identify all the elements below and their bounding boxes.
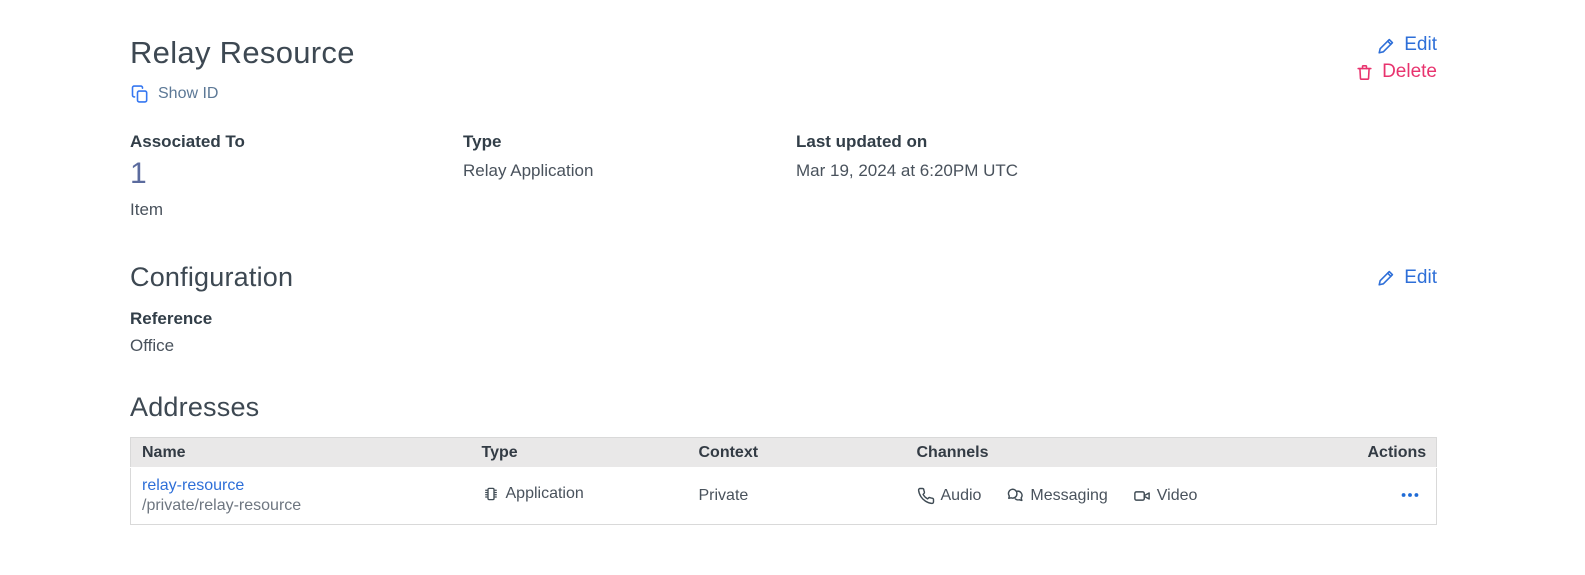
channel-video-label: Video [1157, 487, 1198, 505]
show-id-button[interactable]: Show ID [130, 84, 218, 104]
column-header-channels: Channels [906, 438, 1357, 468]
address-context-cell: Private [688, 468, 906, 525]
chat-bubbles-icon [1006, 487, 1024, 505]
addresses-heading: Addresses [130, 392, 1437, 423]
video-camera-icon [1133, 487, 1151, 505]
edit-label: Edit [1404, 267, 1437, 289]
phone-icon [917, 487, 935, 505]
type-label: Type [463, 131, 796, 153]
table-row: relay-resource /private/relay-resource [131, 468, 1437, 525]
show-id-label: Show ID [158, 85, 218, 103]
addresses-section: Addresses Name Type Context Channels Act… [130, 392, 1437, 525]
associated-to-unit: Item [130, 200, 463, 220]
table-header-row: Name Type Context Channels Actions [131, 438, 1437, 468]
title-block: Relay Resource Show ID [130, 34, 355, 109]
address-type-cell: Application [471, 468, 688, 525]
type-value: Relay Application [463, 160, 796, 182]
address-name-cell: relay-resource /private/relay-resource [131, 468, 471, 525]
associated-to-value: 1 [130, 157, 463, 190]
channel-audio-label: Audio [941, 487, 982, 505]
header-actions: Edit Delete [1355, 34, 1437, 83]
more-actions-icon [1399, 484, 1421, 506]
column-header-type: Type [471, 438, 688, 468]
reference-value: Office [130, 336, 1437, 356]
pencil-icon [1377, 268, 1396, 287]
channel-audio: Audio [917, 487, 982, 505]
address-actions-cell [1357, 468, 1437, 525]
configuration-section: Configuration Edit Reference Office [130, 262, 1437, 356]
column-header-actions: Actions [1357, 438, 1437, 468]
chip-icon [482, 485, 500, 503]
edit-configuration-button[interactable]: Edit [1377, 267, 1437, 289]
more-actions-button[interactable] [1397, 482, 1423, 508]
reference-label: Reference [130, 309, 1437, 329]
channel-messaging-label: Messaging [1030, 487, 1107, 505]
addresses-table: Name Type Context Channels Actions relay… [130, 437, 1437, 525]
channel-messaging: Messaging [1006, 487, 1107, 505]
edit-label: Edit [1404, 34, 1437, 56]
pencil-icon [1377, 36, 1396, 55]
delete-resource-button[interactable]: Delete [1355, 61, 1437, 83]
meta-row: Associated To 1 Item Type Relay Applicat… [130, 131, 1437, 220]
main-content: Relay Resource Show ID [130, 0, 1437, 525]
last-updated-label: Last updated on [796, 131, 1437, 153]
meta-associated-to: Associated To 1 Item [130, 131, 463, 220]
channel-video: Video [1133, 487, 1198, 505]
copy-icon [130, 84, 150, 104]
page-title: Relay Resource [130, 34, 355, 71]
trash-icon [1355, 63, 1374, 82]
last-updated-value: Mar 19, 2024 at 6:20PM UTC [796, 160, 1437, 182]
delete-label: Delete [1382, 61, 1437, 83]
meta-type: Type Relay Application [463, 131, 796, 220]
associated-to-label: Associated To [130, 131, 463, 153]
page-header: Relay Resource Show ID [130, 34, 1437, 109]
edit-resource-button[interactable]: Edit [1377, 34, 1437, 56]
meta-last-updated: Last updated on Mar 19, 2024 at 6:20PM U… [796, 131, 1437, 220]
configuration-heading: Configuration [130, 262, 293, 293]
address-type-label: Application [506, 485, 584, 503]
column-header-name: Name [131, 438, 471, 468]
address-channels-cell: Audio Messaging [906, 468, 1357, 525]
address-path: /private/relay-resource [142, 496, 460, 516]
column-header-context: Context [688, 438, 906, 468]
address-name-link[interactable]: relay-resource [142, 476, 460, 496]
